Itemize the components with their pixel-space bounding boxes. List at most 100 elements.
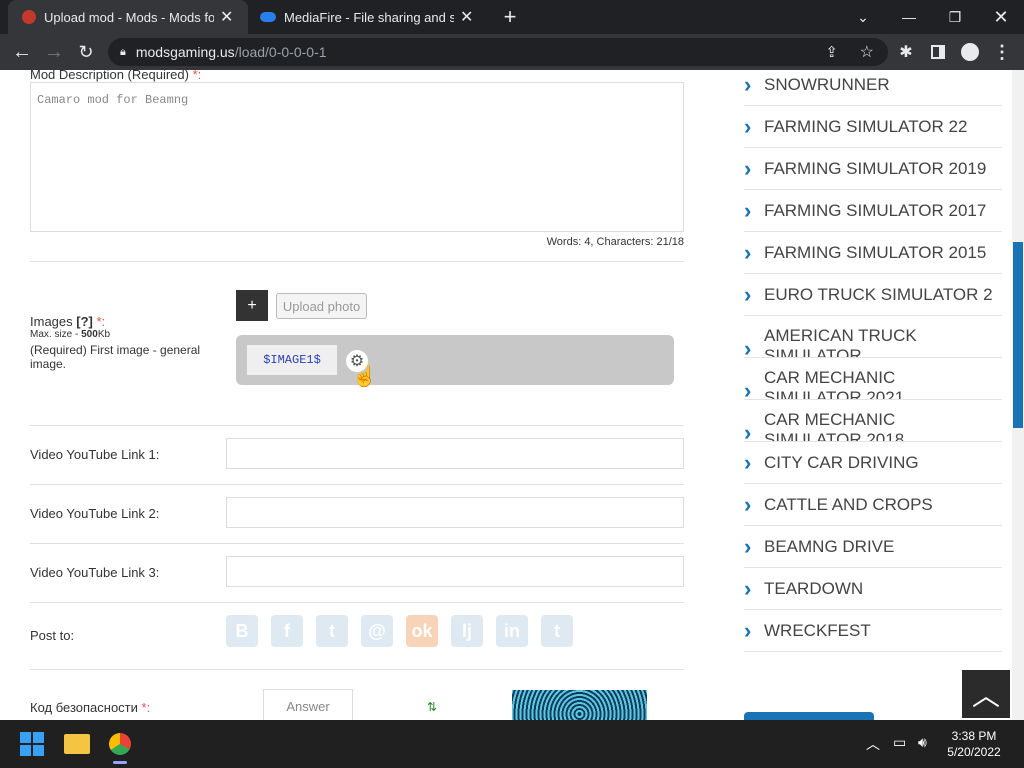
captcha-image bbox=[512, 690, 647, 720]
forward-button[interactable]: → bbox=[38, 34, 70, 70]
linkedin-icon[interactable]: in bbox=[496, 615, 528, 647]
tab-title: Upload mod - Mods - Mods for Games bbox=[44, 9, 214, 25]
file-explorer-icon[interactable] bbox=[64, 734, 90, 754]
chevron-right-icon: › bbox=[744, 197, 752, 223]
active-app-indicator bbox=[113, 761, 127, 764]
sidebar-item[interactable]: › CAR MECHANIC SIMULATOR 2021 bbox=[744, 358, 1002, 400]
video3-input[interactable] bbox=[226, 556, 684, 587]
tab-title: MediaFire - File sharing and storage bbox=[284, 9, 454, 25]
chevron-right-icon: › bbox=[744, 239, 752, 265]
image-tag-chip[interactable]: $IMAGE1$ bbox=[247, 345, 337, 375]
tab-upload-mod[interactable]: Upload mod - Mods - Mods for Games ✕ bbox=[8, 0, 248, 34]
captcha-answer-input[interactable]: Answer bbox=[263, 689, 353, 720]
email-icon[interactable]: @ bbox=[361, 615, 393, 647]
chevron-right-icon: › bbox=[744, 491, 752, 517]
sidebar-item[interactable]: › FARMING SIMULATOR 2015 bbox=[744, 232, 1002, 274]
chevron-right-icon: › bbox=[744, 449, 752, 475]
upload-photo-button[interactable]: Upload photo bbox=[276, 293, 367, 319]
windows-start-icon[interactable] bbox=[20, 732, 44, 756]
tab-mediafire[interactable]: MediaFire - File sharing and storage ✕ bbox=[250, 0, 490, 34]
twitter-icon[interactable]: t bbox=[316, 615, 348, 647]
address-bar[interactable]: 🔒︎ modsgaming.us/load/0-0-0-0-1 ⇪ ☆ bbox=[108, 38, 888, 66]
sidebar-item[interactable]: › CATTLE AND CROPS bbox=[744, 484, 1002, 526]
sidebar-banner-edge bbox=[744, 712, 874, 720]
vkontakte-icon[interactable]: B bbox=[226, 615, 258, 647]
clock-time[interactable]: 3:38 PM bbox=[944, 729, 1004, 743]
sidebar-item[interactable]: › FARMING SIMULATOR 22 bbox=[744, 106, 1002, 148]
video3-label: Video YouTube Link 3: bbox=[30, 565, 160, 580]
share-icon[interactable]: ⇪ bbox=[825, 43, 838, 61]
new-tab-button[interactable]: + bbox=[498, 5, 522, 29]
sidebar-item[interactable]: › FARMING SIMULATOR 2017 bbox=[744, 190, 1002, 232]
odnoklassniki-icon[interactable]: ok bbox=[406, 615, 438, 647]
bookmark-star-icon[interactable]: ☆ bbox=[860, 42, 874, 62]
page-content: Mod Description (Required) *: Camaro mod… bbox=[0, 70, 1024, 720]
menu-kebab-icon[interactable]: ⋮ bbox=[986, 34, 1018, 70]
sidebar-item[interactable]: › BEAMNG DRIVE bbox=[744, 526, 1002, 568]
scrollbar-thumb[interactable] bbox=[1013, 242, 1023, 428]
lock-icon: 🔒︎ bbox=[120, 45, 126, 58]
chevron-right-icon: › bbox=[744, 336, 752, 358]
minimize-button[interactable]: — bbox=[886, 0, 932, 34]
chevron-right-icon: › bbox=[744, 281, 752, 307]
clock-date[interactable]: 5/20/2022 bbox=[944, 745, 1004, 759]
chevron-right-icon: › bbox=[744, 617, 752, 643]
close-tab-icon[interactable]: ✕ bbox=[220, 7, 233, 27]
side-panel-icon[interactable] bbox=[922, 34, 954, 70]
chevron-right-icon: › bbox=[744, 533, 752, 559]
chrome-icon[interactable] bbox=[109, 733, 131, 755]
add-image-button[interactable]: + bbox=[236, 290, 268, 321]
sidebar-item[interactable]: › CITY CAR DRIVING bbox=[744, 442, 1002, 484]
network-icon[interactable]: ▭ bbox=[893, 734, 906, 751]
extensions-icon[interactable]: ✱ bbox=[890, 34, 922, 70]
description-textarea[interactable]: Camaro mod for Beamng bbox=[30, 82, 684, 232]
url-path: /load/0-0-0-0-1 bbox=[234, 44, 327, 60]
sidebar-item[interactable]: › AMERICAN TRUCK SIMULATOR bbox=[744, 316, 1002, 358]
modsgaming-favicon-icon bbox=[22, 10, 36, 24]
facebook-icon[interactable]: f bbox=[271, 615, 303, 647]
livejournal-icon[interactable]: lj bbox=[451, 615, 483, 647]
images-label: Images [?] *: bbox=[30, 314, 106, 329]
chevron-right-icon: › bbox=[744, 113, 752, 139]
video1-label: Video YouTube Link 1: bbox=[30, 447, 160, 462]
divider bbox=[30, 669, 684, 670]
divider bbox=[30, 602, 684, 603]
close-window-button[interactable]: ✕ bbox=[978, 0, 1024, 34]
sidebar-item[interactable]: › CAR MECHANIC SIMULATOR 2018 bbox=[744, 400, 1002, 442]
word-counter: Words: 4, Characters: 21/18 bbox=[546, 236, 684, 248]
video1-input[interactable] bbox=[226, 438, 684, 469]
sidebar-item[interactable]: › WRECKFEST bbox=[744, 610, 1002, 652]
tumblr-icon[interactable]: t bbox=[541, 615, 573, 647]
scroll-to-top-button[interactable]: ︿ bbox=[962, 670, 1010, 718]
post-to-label: Post to: bbox=[30, 628, 75, 643]
show-hidden-icons-chevron-icon[interactable]: ︿ bbox=[866, 734, 880, 754]
tab-search-icon[interactable]: ⌄ bbox=[840, 0, 886, 34]
reload-button[interactable]: ↻ bbox=[70, 34, 102, 70]
video2-input[interactable] bbox=[226, 497, 684, 528]
video2-label: Video YouTube Link 2: bbox=[30, 506, 160, 521]
divider bbox=[30, 543, 684, 544]
description-label: Mod Description (Required) *: bbox=[30, 70, 202, 82]
profile-avatar[interactable] bbox=[954, 34, 986, 70]
url-domain: modsgaming.us bbox=[135, 44, 235, 60]
social-icons-row: B f t @ ok lj in t bbox=[226, 615, 573, 647]
back-button[interactable]: ← bbox=[6, 34, 38, 70]
mediafire-favicon-icon bbox=[260, 12, 276, 22]
sidebar-item[interactable]: › EURO TRUCK SIMULATOR 2 bbox=[744, 274, 1002, 316]
divider bbox=[30, 425, 684, 426]
description-text: Camaro mod for Beamng bbox=[37, 93, 189, 107]
chevron-right-icon: › bbox=[744, 155, 752, 181]
chevron-right-icon: › bbox=[744, 575, 752, 601]
security-code-label: Код безопасности *: bbox=[30, 700, 151, 715]
refresh-icon[interactable]: ⇅ bbox=[427, 700, 437, 714]
sidebar-item[interactable]: › SNOWRUNNER bbox=[744, 70, 1002, 106]
hand-cursor-icon: ☝ bbox=[352, 366, 377, 388]
sidebar-item[interactable]: › TEARDOWN bbox=[744, 568, 1002, 610]
chevron-right-icon: › bbox=[744, 71, 752, 97]
restore-button[interactable]: ❐ bbox=[932, 0, 978, 34]
close-tab-icon[interactable]: ✕ bbox=[460, 7, 473, 27]
images-help-link[interactable]: [?] bbox=[76, 314, 93, 329]
chevron-right-icon: › bbox=[744, 378, 752, 400]
sidebar-item[interactable]: › FARMING SIMULATOR 2019 bbox=[744, 148, 1002, 190]
volume-icon[interactable]: 🔊︎ bbox=[918, 734, 927, 751]
